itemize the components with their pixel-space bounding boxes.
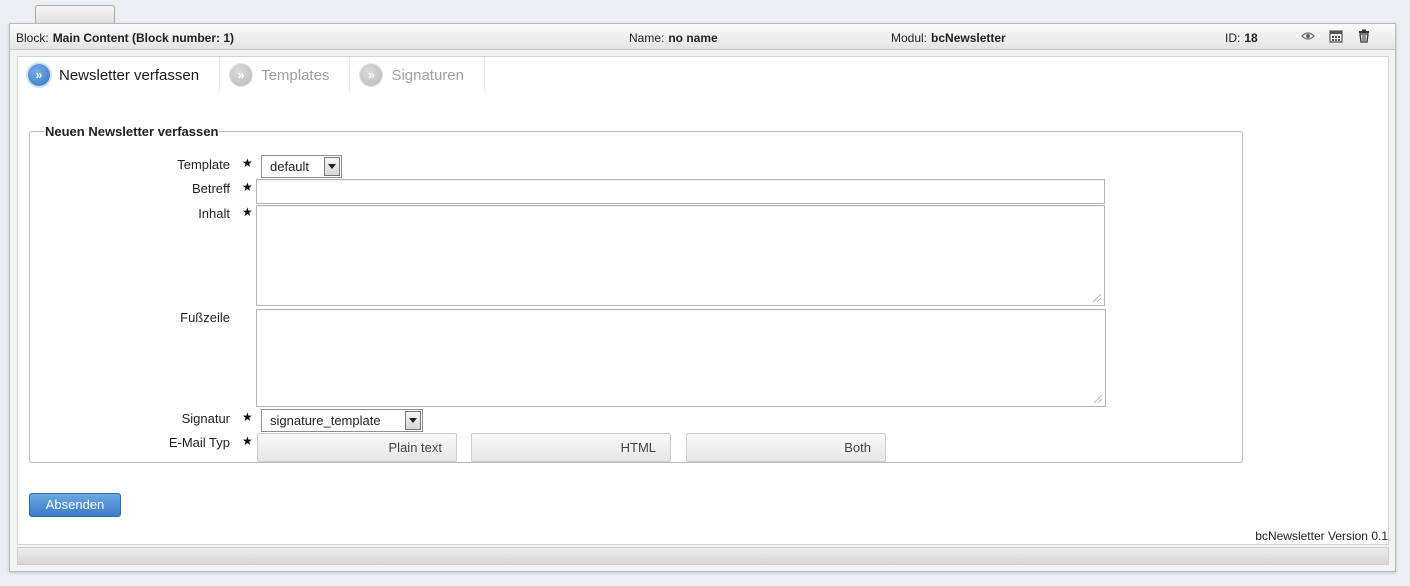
modul-label: Modul:: [891, 31, 928, 45]
template-label: Template: [177, 157, 230, 172]
id-label: ID:: [1225, 31, 1241, 45]
chevron-right-icon: »: [28, 64, 50, 86]
dropdown-arrow-icon: [324, 157, 340, 176]
betreff-input[interactable]: [256, 179, 1105, 204]
tab-label: Newsletter verfassen: [59, 66, 200, 84]
email-typ-html-button[interactable]: HTML: [471, 433, 671, 462]
betreff-label: Betreff: [191, 181, 230, 196]
template-select[interactable]: default: [261, 155, 342, 178]
tab-newsletter-verfassen[interactable]: » Newsletter verfassen: [18, 57, 221, 93]
tab-bar: » Newsletter verfassen » Templates » Sig…: [18, 57, 485, 93]
absenden-button[interactable]: Absenden: [29, 493, 121, 517]
dropdown-arrow-icon: [405, 411, 421, 430]
resize-grip-icon[interactable]: [1093, 294, 1101, 302]
tab-templates[interactable]: » Templates: [220, 57, 351, 93]
template-select-value: default: [270, 159, 310, 174]
signatur-select-value: signature_template: [270, 413, 381, 428]
required-star-icon: ★: [242, 410, 253, 424]
id-info: ID: 18: [1225, 31, 1258, 45]
signatur-select[interactable]: signature_template: [261, 409, 423, 432]
block-tab-handle[interactable]: [35, 5, 115, 25]
required-star-icon: ★: [242, 434, 253, 448]
email-typ-both-button[interactable]: Both: [686, 433, 886, 462]
fusszeile-label: Fußzeile: [180, 310, 230, 325]
required-star-icon: ★: [242, 180, 253, 194]
block-label: Block:: [16, 31, 49, 45]
fieldset-legend: Neuen Newsletter verfassen: [44, 124, 220, 139]
tab-label: Signaturen: [391, 66, 464, 84]
inhalt-textarea[interactable]: [256, 205, 1105, 306]
signatur-label: Signatur: [181, 411, 230, 426]
version-text: bcNewsletter Version 0.1: [1255, 529, 1388, 543]
modul-value: bcNewsletter: [931, 31, 1006, 45]
block-header: Block: Main Content (Block number: 1) Nam…: [10, 24, 1395, 50]
tab-label: Templates: [261, 66, 330, 84]
eye-icon[interactable]: [1301, 29, 1315, 43]
required-star-icon: ★: [242, 205, 253, 219]
content-block: Block: Main Content (Block number: 1) Nam…: [9, 23, 1396, 572]
email-typ-plain-text-button[interactable]: Plain text: [257, 433, 457, 462]
modul-info: Modul: bcNewsletter: [891, 31, 1006, 45]
tab-signaturen[interactable]: » Signaturen: [350, 57, 485, 93]
trash-icon[interactable]: [1357, 29, 1371, 43]
name-value: no name: [668, 31, 718, 45]
inhalt-label: Inhalt: [198, 206, 230, 221]
block-value: Main Content (Block number: 1): [52, 31, 235, 45]
name-info: Name: no name: [629, 31, 718, 45]
resize-grip-icon[interactable]: [1094, 395, 1102, 403]
id-value: 18: [1244, 31, 1258, 45]
calendar-icon[interactable]: [1329, 29, 1343, 43]
newsletter-fieldset: Neuen Newsletter verfassen Template ★ de…: [29, 124, 1243, 463]
fusszeile-textarea[interactable]: [256, 309, 1106, 407]
block-info: Block: Main Content (Block number: 1): [16, 31, 234, 45]
email-typ-label: E-Mail Typ: [168, 435, 230, 450]
block-footer-bar: [17, 547, 1389, 565]
content-panel: » Newsletter verfassen » Templates » Sig…: [17, 56, 1389, 545]
chevron-right-icon: »: [230, 64, 253, 86]
chevron-right-icon: »: [360, 64, 383, 86]
name-label: Name:: [629, 31, 665, 45]
required-star-icon: ★: [242, 156, 253, 170]
